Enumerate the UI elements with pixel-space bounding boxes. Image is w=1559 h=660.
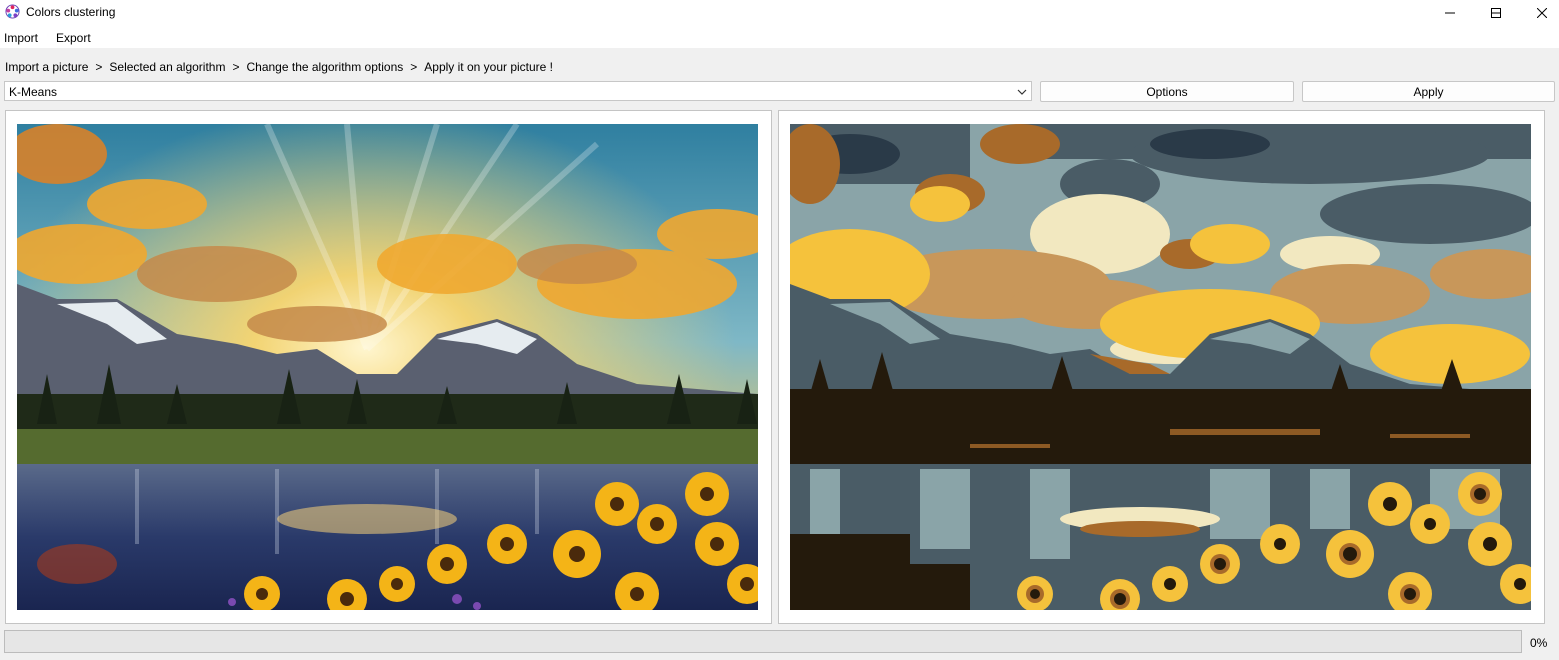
options-button-label: Options — [1146, 84, 1188, 99]
maximize-icon — [1491, 8, 1501, 18]
breadcrumb-separator: > — [410, 60, 418, 74]
color-wheel-icon — [5, 4, 20, 19]
apply-button[interactable]: Apply — [1302, 81, 1555, 102]
breadcrumb-separator: > — [232, 60, 240, 74]
menu-import[interactable]: Import — [4, 31, 38, 45]
window-title: Colors clustering — [26, 5, 116, 19]
close-button[interactable] — [1519, 0, 1559, 26]
algorithm-select[interactable]: K-Means — [4, 81, 1032, 101]
breadcrumb-step: Selected an algorithm — [109, 60, 226, 74]
original-image-panel — [5, 110, 772, 624]
breadcrumb-step: Import a picture — [5, 60, 89, 74]
apply-button-label: Apply — [1413, 84, 1444, 99]
clustered-landscape-image — [790, 124, 1531, 610]
clustered-image — [790, 124, 1531, 610]
menu-bar: Import Export — [0, 26, 1559, 48]
clustered-image-panel — [778, 110, 1545, 624]
breadcrumb-separator: > — [95, 60, 103, 74]
menu-export[interactable]: Export — [56, 31, 91, 45]
breadcrumb: Import a picture > Selected an algorithm > C… — [5, 60, 553, 74]
options-button[interactable]: Options — [1040, 81, 1294, 102]
breadcrumb-step: Apply it on your picture ! — [424, 60, 554, 74]
algorithm-select-value: K-Means — [9, 85, 58, 99]
title-bar: Colors clustering — [0, 0, 1559, 26]
maximize-button[interactable] — [1473, 0, 1519, 26]
progress-percent: 0% — [1530, 636, 1548, 650]
minimize-icon — [1445, 12, 1455, 14]
breadcrumb-step: Change the algorithm options — [246, 60, 404, 74]
minimize-button-real[interactable] — [1427, 0, 1473, 26]
progress-bar — [4, 630, 1522, 653]
original-image — [17, 124, 758, 610]
original-landscape-image — [17, 124, 758, 610]
close-icon — [1537, 8, 1547, 18]
chevron-down-icon — [1017, 89, 1027, 95]
